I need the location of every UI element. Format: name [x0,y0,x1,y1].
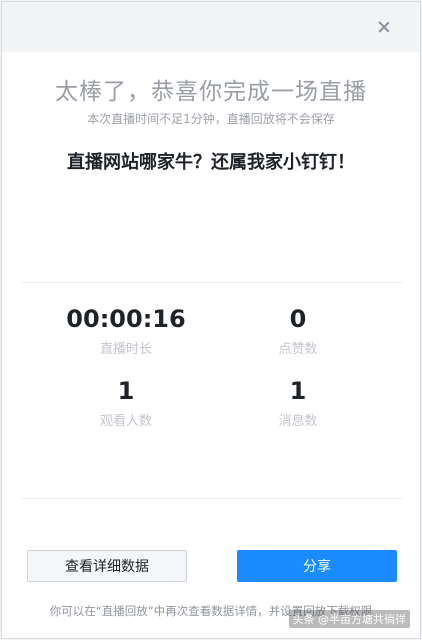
stat-duration: 00:00:16 直播时长 [26,304,226,357]
stat-likes-value: 0 [289,305,307,333]
live-summary-dialog: 太棒了，恭喜你完成一场直播 本次直播时间不足1分钟，直播回放将不会保存 直播网站… [1,1,421,639]
divider-top [21,282,403,283]
stat-messages-value: 1 [289,377,307,405]
stat-viewers-value: 1 [117,377,135,405]
divider-bottom [21,498,403,499]
stat-messages-label: 消息数 [278,414,318,429]
promo-slogan: 直播网站哪家牛？还属我家小钉钉！ [67,152,355,173]
stat-duration-label: 直播时长 [99,342,152,357]
stat-viewers-label: 观看人数 [99,414,152,429]
stat-duration-value: 00:00:16 [66,305,186,333]
stat-viewers: 1 观看人数 [26,376,226,429]
close-icon[interactable] [374,17,394,37]
watermark: 头条 @半亩方塘共徜徉 [288,610,410,628]
stat-likes: 0 点赞数 [198,304,398,357]
share-button[interactable]: 分享 [237,550,397,582]
replay-notice: 本次直播时间不足1分钟，直播回放将不会保存 [87,112,335,126]
dialog-titlebar [2,2,420,52]
stat-messages: 1 消息数 [198,376,398,429]
congrats-headline: 太棒了，恭喜你完成一场直播 [55,79,367,105]
stat-likes-label: 点赞数 [278,342,318,357]
view-details-button[interactable]: 查看详细数据 [27,550,187,582]
